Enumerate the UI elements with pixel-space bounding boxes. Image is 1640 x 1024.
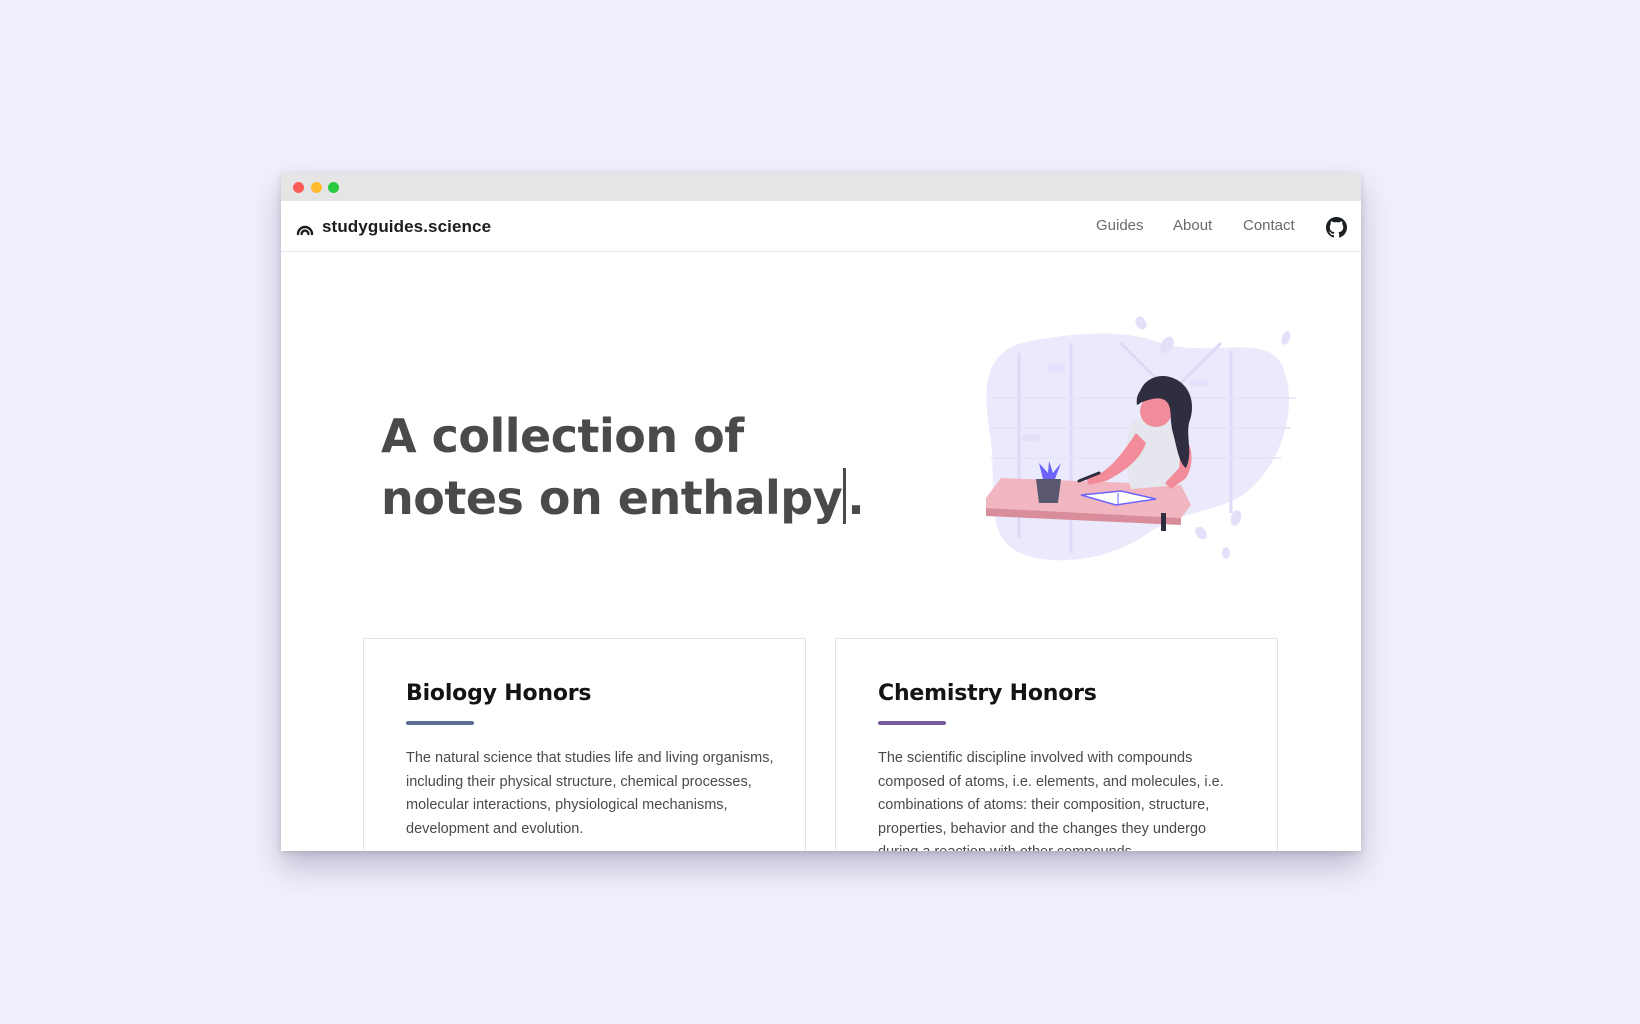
hero-period: . [847, 471, 865, 525]
minimize-window-button[interactable] [311, 182, 322, 193]
nav-link-about[interactable]: About [1173, 217, 1212, 234]
guide-card-chemistry[interactable]: Chemistry Honors The scientific discipli… [835, 638, 1278, 851]
card-accent-rule [406, 721, 474, 725]
hero-line-2: notes on enthalpy. [381, 467, 901, 529]
card-accent-rule [878, 721, 946, 725]
typing-cursor [843, 468, 847, 524]
maximize-window-button[interactable] [328, 182, 339, 193]
navbar: studyguides.science Guides About Contact [281, 201, 1361, 252]
card-description: The natural science that studies life an… [406, 750, 774, 837]
browser-window: studyguides.science Guides About Contact… [281, 173, 1361, 851]
brand-link[interactable]: studyguides.science [295, 215, 491, 239]
nav-link-contact[interactable]: Contact [1243, 217, 1295, 234]
github-icon[interactable] [1326, 217, 1347, 238]
studying-woman-illustration [986, 316, 1296, 561]
card-description: The scientific discipline involved with … [878, 750, 1224, 851]
logo-icon [296, 225, 314, 236]
close-window-button[interactable] [293, 182, 304, 193]
brand-name: studyguides.science [322, 217, 492, 236]
guide-card-biology[interactable]: Biology Honors The natural science that … [363, 638, 806, 851]
nav-link-guides[interactable]: Guides [1096, 217, 1144, 234]
hero-typed-text: notes on enthalpy [381, 471, 843, 525]
window-titlebar [281, 173, 1361, 201]
card-title: Chemistry Honors [878, 681, 1097, 706]
hero-heading: A collection of notes on enthalpy. [381, 405, 901, 529]
hero-line-1: A collection of [381, 409, 744, 463]
card-title: Biology Honors [406, 681, 592, 706]
